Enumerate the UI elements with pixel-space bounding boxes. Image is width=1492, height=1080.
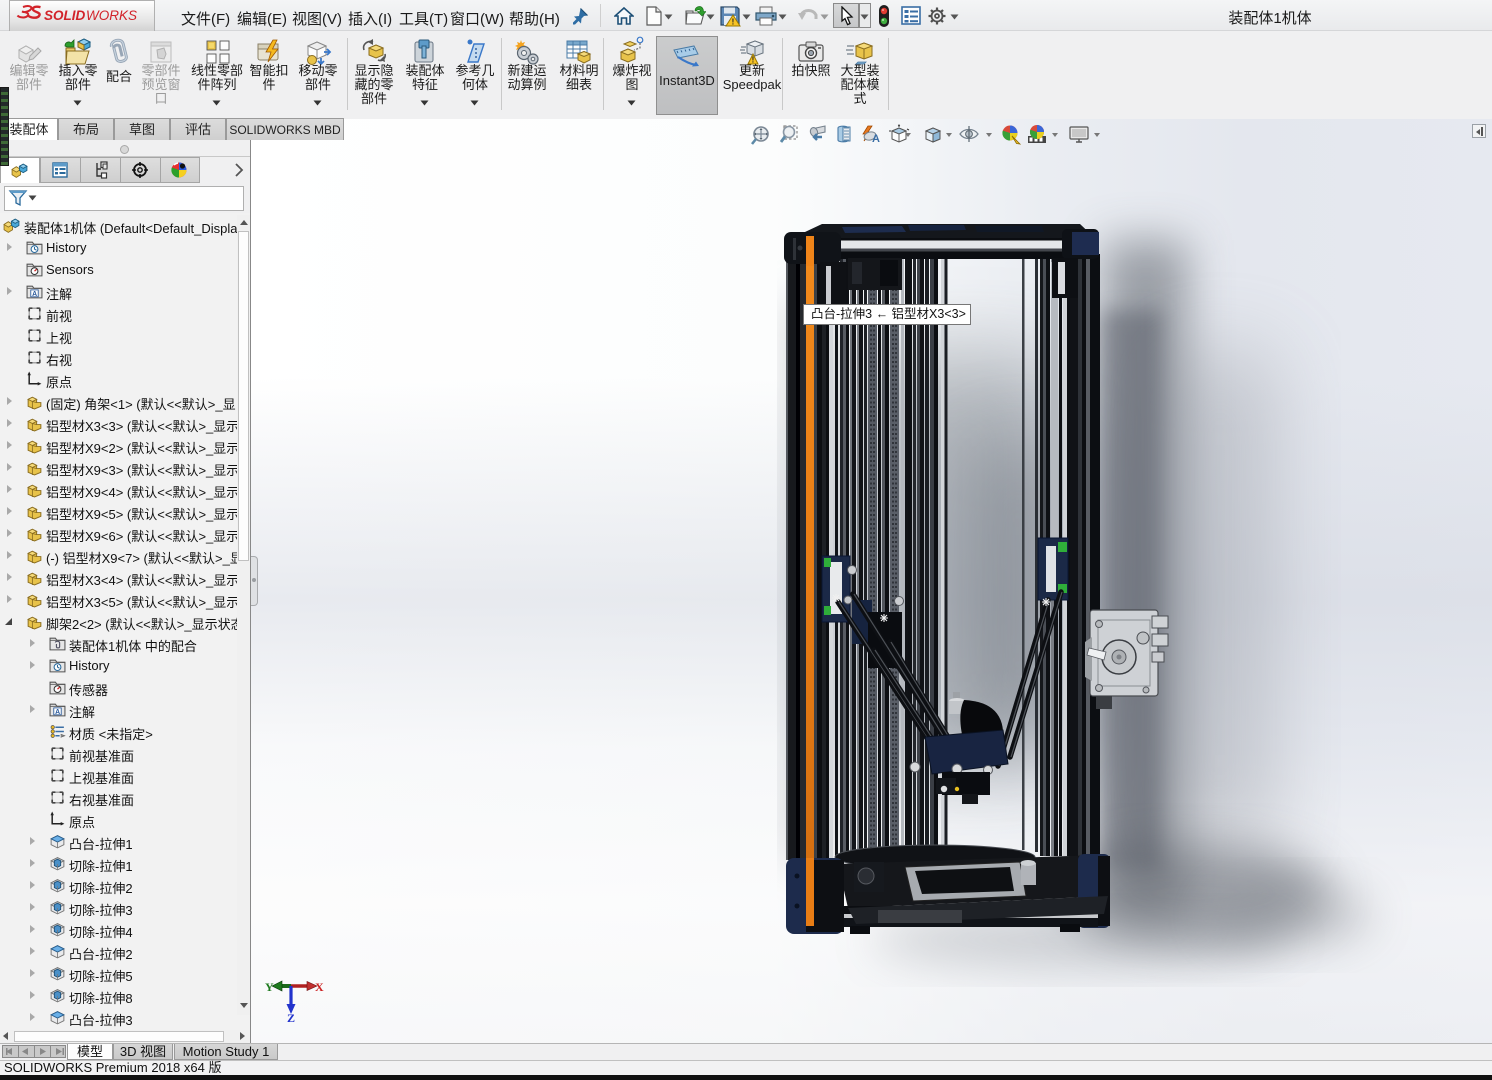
svg-text:SOLID: SOLID (44, 8, 86, 23)
svg-text:!: ! (732, 18, 735, 27)
svg-text:WORKS: WORKS (86, 8, 137, 23)
svg-text:X: X (315, 980, 324, 994)
svg-text:Z: Z (287, 1011, 295, 1022)
svg-text:Y: Y (265, 980, 274, 994)
svg-text:A: A (872, 133, 880, 145)
